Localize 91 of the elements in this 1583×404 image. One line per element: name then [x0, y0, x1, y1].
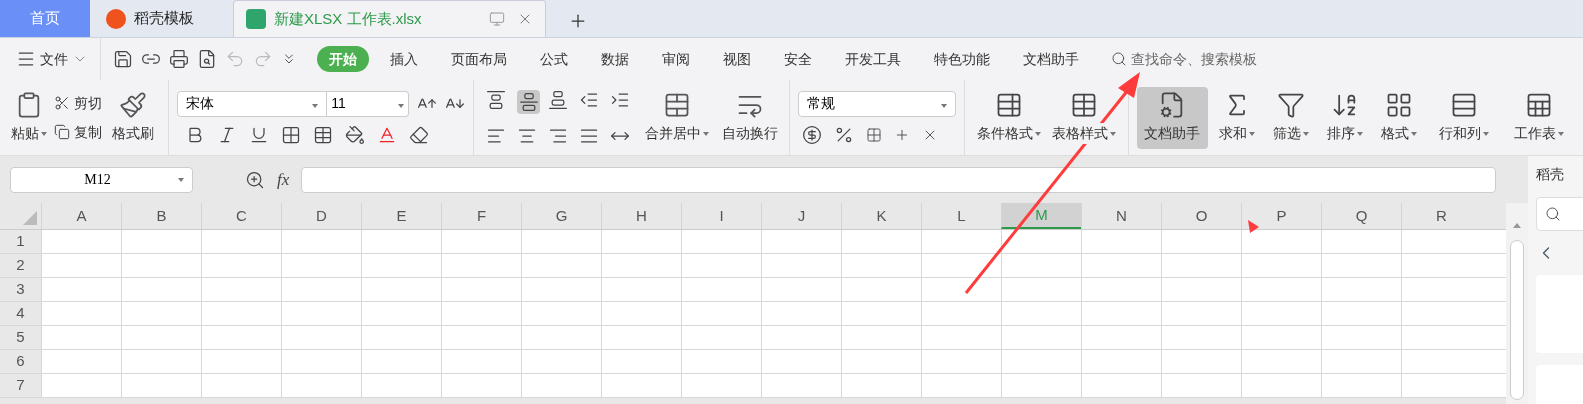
align-top-icon — [486, 89, 507, 110]
row-header[interactable]: 7 — [0, 374, 41, 397]
function-label[interactable]: fx — [277, 166, 290, 193]
caret-icon — [941, 104, 948, 108]
font-name-select[interactable]: 宋体 — [177, 90, 328, 117]
name-box[interactable]: M12 — [10, 166, 193, 193]
ribbon-button[interactable]: 自动换行 — [717, 86, 782, 149]
column-header[interactable]: J — [761, 203, 841, 229]
column-header[interactable]: H — [601, 203, 681, 229]
preview-icon — [197, 49, 217, 69]
column-header[interactable]: C — [201, 203, 281, 229]
ribbon-button[interactable]: 格式刷 — [106, 86, 161, 149]
file-menu-button[interactable]: 文件 — [16, 48, 88, 70]
template-logo-icon — [106, 8, 126, 29]
ribbon-button[interactable]: 格式 — [1374, 86, 1425, 149]
scissors-icon — [54, 95, 71, 111]
caret-icon — [178, 177, 184, 182]
caret-icon — [703, 131, 710, 136]
ribbon-tab[interactable]: 审阅 — [650, 46, 702, 72]
copy-icon — [54, 124, 71, 140]
ribbon-tab[interactable]: 视图 — [711, 46, 763, 72]
filter-icon — [1277, 91, 1306, 119]
column-header[interactable]: R — [1401, 203, 1481, 229]
redo-icon — [253, 49, 273, 69]
column-header[interactable]: I — [681, 203, 761, 229]
table-icon — [995, 91, 1023, 119]
annotation-marker — [1248, 220, 1259, 233]
search-icon — [1545, 206, 1561, 222]
ribbon-button[interactable]: 排序 — [1320, 86, 1371, 149]
ribbon-button[interactable]: 文档助手 — [1136, 86, 1209, 149]
ribbon-tab[interactable]: 页面布局 — [439, 46, 519, 72]
column-header[interactable]: F — [441, 203, 521, 229]
print-button[interactable] — [169, 49, 189, 69]
spreadsheet-icon — [246, 9, 266, 29]
caret-icon — [398, 104, 405, 108]
ribbon-tab[interactable]: 特色功能 — [922, 46, 1002, 72]
ribbon-button[interactable]: 合并居中 — [640, 86, 714, 149]
ribbon-tab[interactable]: 开发工具 — [833, 46, 913, 72]
column-header[interactable]: N — [1081, 203, 1161, 229]
caret-icon — [312, 104, 319, 108]
column-header[interactable]: K — [841, 203, 921, 229]
column-header[interactable]: O — [1161, 203, 1241, 229]
printer-icon — [169, 49, 189, 69]
ribbon-button[interactable]: 行和列 — [1428, 86, 1500, 149]
column-header[interactable]: B — [121, 203, 201, 229]
ribbon-button[interactable]: 筛选 — [1266, 86, 1317, 149]
ribbon-tab[interactable]: 文档助手 — [1011, 46, 1091, 72]
save-button[interactable] — [113, 49, 133, 69]
column-header[interactable]: Q — [1321, 203, 1401, 229]
monitor-icon — [489, 11, 505, 27]
row-header[interactable]: 6 — [0, 350, 41, 373]
zoom-icon — [245, 169, 265, 190]
panel-title: 稻壳 — [1536, 165, 1565, 184]
ribbon-tab[interactable]: 安全 — [772, 46, 824, 72]
number-format-select[interactable]: 常规 — [798, 90, 957, 117]
ribbon-tab[interactable]: 数据 — [589, 46, 641, 72]
column-header[interactable]: G — [521, 203, 601, 229]
column-header[interactable]: A — [41, 203, 121, 229]
font-size-select[interactable]: 11 — [327, 90, 410, 117]
row-header[interactable]: 2 — [0, 254, 41, 277]
column-header[interactable]: E — [361, 203, 441, 229]
cut-button[interactable]: 剪切 — [54, 92, 103, 114]
vertical-scrollbar[interactable] — [1506, 203, 1528, 404]
border-icon — [281, 124, 302, 145]
ribbon-tab[interactable]: 公式 — [528, 46, 580, 72]
caret-icon — [41, 131, 48, 136]
paintbrush-icon — [119, 91, 148, 119]
align-bottom-icon — [548, 89, 568, 110]
formula-input[interactable] — [301, 166, 1496, 193]
copy-button[interactable]: 复制 — [54, 121, 103, 143]
search-icon — [1111, 51, 1127, 67]
save-icon — [113, 49, 133, 69]
ribbon-button[interactable]: 求和 — [1212, 86, 1263, 149]
undo-icon — [225, 49, 245, 69]
row-header[interactable]: 5 — [0, 326, 41, 349]
ribbon-button[interactable]: 粘贴 — [8, 86, 51, 149]
print-preview-button[interactable] — [197, 49, 217, 69]
currency-icon — [802, 124, 823, 145]
cell-style-icon — [313, 124, 334, 145]
panel-search-field[interactable] — [1536, 197, 1583, 231]
fill-color-icon — [345, 124, 366, 145]
ribbon-button[interactable]: 条件格式 — [973, 86, 1045, 149]
row-header[interactable]: 4 — [0, 302, 41, 325]
eraser-icon — [409, 124, 430, 145]
row-header[interactable]: 1 — [0, 230, 41, 253]
ribbon-button[interactable]: 工作表 — [1503, 86, 1575, 149]
command-search-field[interactable]: 查找命令、搜索模板 — [1111, 48, 1257, 70]
ribbon-button[interactable]: 表格样式 — [1048, 86, 1120, 149]
row-header[interactable]: 3 — [0, 278, 41, 301]
ribbon-tab[interactable]: 插入 — [378, 46, 430, 72]
column-header[interactable]: D — [281, 203, 361, 229]
